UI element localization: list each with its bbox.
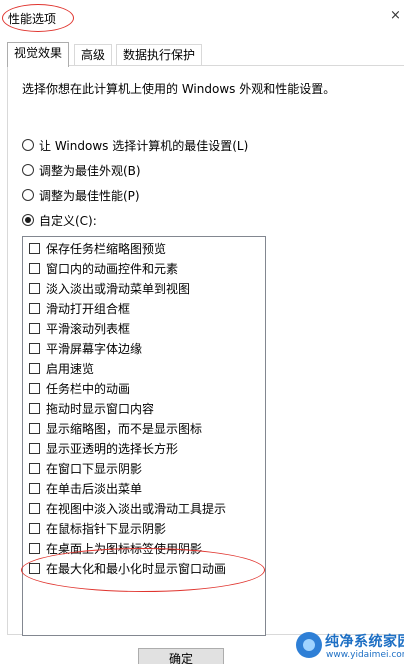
radio-label: 自定义(C): [39, 213, 97, 228]
list-item-label: 在单击后淡出菜单 [46, 481, 143, 496]
list-item[interactable]: 显示亚透明的选择长方形 [29, 439, 178, 457]
radio-button-selected[interactable] [22, 214, 34, 226]
list-item[interactable]: 平滑滚动列表框 [29, 319, 130, 337]
list-item-label: 显示亚透明的选择长方形 [46, 441, 179, 456]
checkbox[interactable] [29, 342, 40, 354]
list-item-label: 淡入淡出或滑动菜单到视图 [46, 281, 191, 296]
radio-button[interactable] [22, 139, 34, 151]
list-item-label: 在视图中淡入淡出或滑动工具提示 [46, 501, 227, 516]
list-item-label: 在鼠标指针下显示阴影 [46, 521, 167, 536]
radio-best-performance[interactable]: 调整为最佳性能(P) [22, 186, 140, 204]
list-item-label: 窗口内的动画控件和元素 [46, 261, 179, 276]
list-item[interactable]: 保存任务栏缩略图预览 [29, 239, 166, 257]
list-item[interactable]: 在视图中淡入淡出或滑动工具提示 [29, 499, 226, 517]
watermark-name: 纯净系统家园 [325, 634, 404, 650]
list-item-label: 保存任务栏缩略图预览 [46, 241, 167, 256]
window-title: 性能选项 [8, 12, 57, 26]
radio-button[interactable] [22, 189, 34, 201]
tab-advanced[interactable]: 高级 [74, 44, 113, 66]
checkbox[interactable] [29, 242, 40, 254]
checkbox[interactable] [29, 402, 40, 414]
list-item-label: 拖动时显示窗口内容 [46, 401, 155, 416]
title-bar: 性能选项 × [0, 0, 404, 34]
checkbox[interactable] [29, 262, 40, 274]
list-item[interactable]: 在桌面上为图标标签使用阴影 [29, 539, 202, 557]
list-item[interactable]: 滑动打开组合框 [29, 299, 130, 317]
tab-data-execution-prevention[interactable]: 数据执行保护 [116, 44, 203, 66]
checkbox[interactable] [29, 542, 40, 554]
list-item[interactable]: 淡入淡出或滑动菜单到视图 [29, 279, 190, 297]
list-item[interactable]: 在单击后淡出菜单 [29, 479, 142, 497]
list-item-label: 在桌面上为图标标签使用阴影 [46, 541, 203, 556]
checkbox[interactable] [29, 382, 40, 394]
list-item[interactable]: 在窗口下显示阴影 [29, 459, 142, 477]
radio-custom[interactable]: 自定义(C): [22, 211, 97, 229]
list-item[interactable]: 在最大化和最小化时显示窗口动画 [29, 559, 226, 577]
list-item[interactable]: 任务栏中的动画 [29, 379, 130, 397]
tab-visual-effects[interactable]: 视觉效果 [7, 42, 70, 67]
checkbox[interactable] [29, 522, 40, 534]
list-item-label: 启用速览 [46, 361, 95, 376]
watermark: 纯净系统家园 www.yidaimei.com [296, 630, 404, 664]
checkbox[interactable] [29, 502, 40, 514]
list-item-label: 滑动打开组合框 [46, 301, 131, 316]
watermark-url: www.yidaimei.com [326, 650, 404, 660]
visual-effects-list[interactable]: 保存任务栏缩略图预览 窗口内的动画控件和元素 淡入淡出或滑动菜单到视图 滑动打开… [22, 236, 266, 636]
checkbox[interactable] [29, 422, 40, 434]
list-item-label: 平滑屏幕字体边缘 [46, 341, 143, 356]
close-icon[interactable]: × [390, 6, 404, 26]
description-text: 选择你想在此计算机上使用的 Windows 外观和性能设置。 [22, 82, 336, 96]
checkbox[interactable] [29, 282, 40, 294]
list-item[interactable]: 显示缩略图，而不是显示图标 [29, 419, 202, 437]
list-item-label: 在窗口下显示阴影 [46, 461, 143, 476]
list-item[interactable]: 拖动时显示窗口内容 [29, 399, 154, 417]
list-item[interactable]: 在鼠标指针下显示阴影 [29, 519, 166, 537]
checkbox[interactable] [29, 322, 40, 334]
radio-best-appearance[interactable]: 调整为最佳外观(B) [22, 161, 141, 179]
checkbox[interactable] [29, 302, 40, 314]
checkbox[interactable] [29, 482, 40, 494]
checkbox[interactable] [29, 442, 40, 454]
list-item-label: 显示缩略图，而不是显示图标 [46, 421, 203, 436]
radio-label: 调整为最佳性能(P) [39, 188, 140, 203]
radio-label: 让 Windows 选择计算机的最佳设置(L) [39, 138, 249, 153]
checkbox[interactable] [29, 562, 40, 574]
ok-button[interactable]: 确定 [138, 648, 224, 664]
watermark-logo-icon [296, 632, 322, 658]
list-item-label: 平滑滚动列表框 [46, 321, 131, 336]
radio-let-windows-choose[interactable]: 让 Windows 选择计算机的最佳设置(L) [22, 136, 248, 154]
list-item-label: 任务栏中的动画 [46, 381, 131, 396]
list-item-label: 在最大化和最小化时显示窗口动画 [46, 561, 227, 576]
radio-label: 调整为最佳外观(B) [39, 163, 141, 178]
list-item[interactable]: 平滑屏幕字体边缘 [29, 339, 142, 357]
radio-button[interactable] [22, 164, 34, 176]
checkbox[interactable] [29, 462, 40, 474]
list-item[interactable]: 窗口内的动画控件和元素 [29, 259, 178, 277]
list-item[interactable]: 启用速览 [29, 359, 94, 377]
checkbox[interactable] [29, 362, 40, 374]
